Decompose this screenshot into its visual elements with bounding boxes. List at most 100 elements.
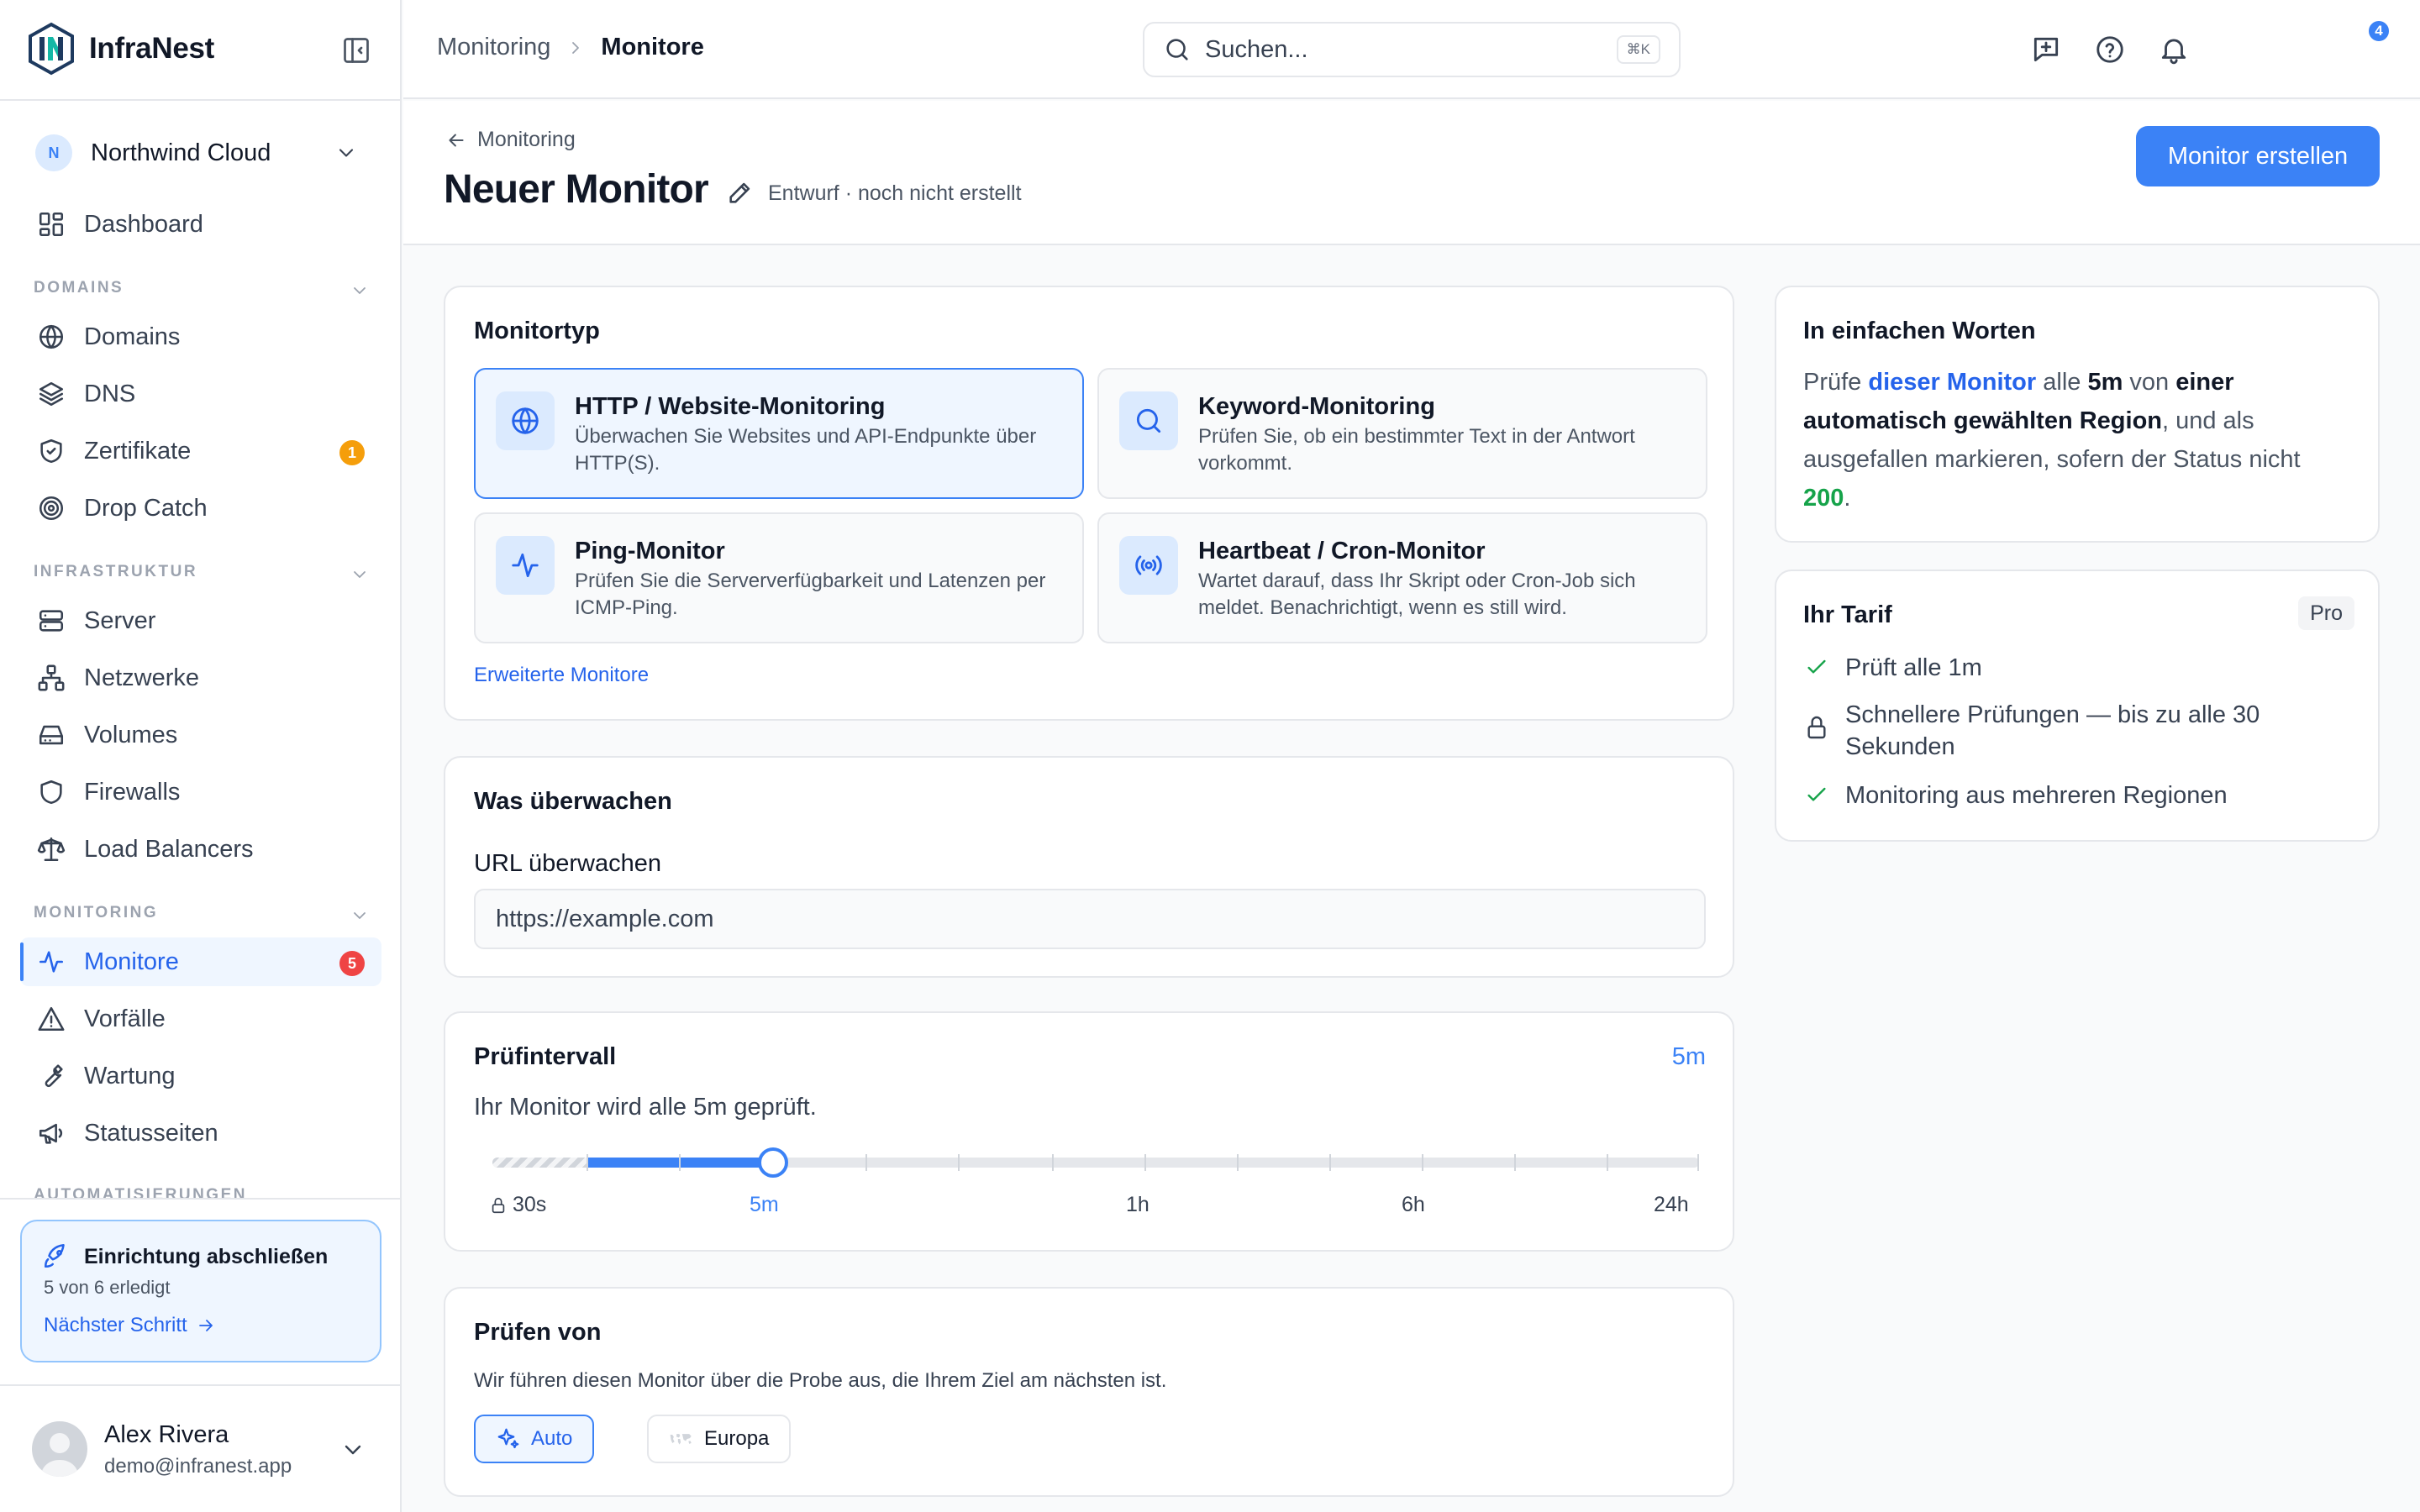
collapse-sidebar-icon[interactable] bbox=[341, 35, 371, 66]
search-input[interactable] bbox=[1205, 35, 1591, 64]
topbar: Monitoring Monitore ⌘K 4 bbox=[403, 0, 2420, 99]
slider-tick bbox=[1329, 1154, 1331, 1171]
org-switcher[interactable]: N Northwind Cloud bbox=[20, 126, 381, 180]
globe-icon bbox=[512, 407, 539, 434]
wrench-icon bbox=[45, 1064, 63, 1088]
tick-label-6h: 6h bbox=[1402, 1193, 1425, 1216]
slider-tick bbox=[679, 1154, 681, 1171]
slider-tick bbox=[1607, 1154, 1608, 1171]
broadcast-icon bbox=[1135, 555, 1162, 575]
section-header-infrastructure[interactable]: INFRASTRUKTUR bbox=[34, 563, 370, 581]
sidebar-item-certificates[interactable]: Zertifikate 1 bbox=[20, 427, 381, 475]
sparkles-icon bbox=[497, 1428, 519, 1449]
user-menu[interactable]: Alex Rivera demo@infranest.app bbox=[0, 1384, 402, 1512]
tick-label-5m: 5m bbox=[750, 1193, 779, 1216]
bell-icon[interactable] bbox=[2158, 34, 2190, 66]
breadcrumb-link-monitoring[interactable]: Monitoring bbox=[437, 34, 550, 61]
slider-tick bbox=[865, 1154, 867, 1171]
feedback-icon[interactable] bbox=[2030, 34, 2062, 66]
advanced-monitors-link[interactable]: Erweiterte Monitore bbox=[474, 664, 649, 687]
sidebar-item-domains[interactable]: Domains bbox=[20, 312, 381, 361]
option-desc: Prüfen Sie, ob ein bestimmter Text in de… bbox=[1198, 425, 1635, 475]
monitor-type-keyword[interactable]: Keyword-Monitoring Prüfen Sie, ob ein be… bbox=[1097, 368, 1707, 499]
layers-icon bbox=[39, 381, 64, 407]
notification-badge: 4 bbox=[2366, 18, 2391, 44]
section-header-domains[interactable]: DOMAINS bbox=[34, 279, 370, 297]
count-badge: 5 bbox=[339, 951, 365, 976]
plan-card: Ihr Tarif Pro Prüft alle 1m Schnellere P… bbox=[1775, 570, 2380, 842]
monitor-type-card: Monitortyp HTTP / Website-Monitoring Übe… bbox=[444, 286, 1734, 721]
world-map-icon bbox=[670, 1434, 692, 1445]
sidebar-item-label: Netzwerke bbox=[84, 664, 199, 691]
pulse-icon bbox=[39, 951, 64, 973]
slider-tick bbox=[1422, 1154, 1423, 1171]
region-europe-button[interactable]: Europa bbox=[647, 1415, 792, 1463]
sidebar-item-dashboard[interactable]: Dashboard bbox=[20, 200, 381, 249]
plain-summary: Prüfe dieser Monitor alle 5m von einer a… bbox=[1803, 369, 2301, 512]
shield-check-icon bbox=[40, 438, 62, 464]
sidebar-item-networks[interactable]: Netzwerke bbox=[20, 654, 381, 702]
brand[interactable]: InfraNest bbox=[27, 22, 214, 76]
help-icon[interactable] bbox=[2094, 34, 2126, 66]
plan-badge: Pro bbox=[2298, 596, 2354, 630]
check-from-card: Prüfen von Wir führen diesen Monitor übe… bbox=[444, 1287, 1734, 1497]
card-title: Was überwachen bbox=[474, 788, 672, 815]
sidebar-item-dns[interactable]: DNS bbox=[20, 370, 381, 418]
card-title: Prüfen von bbox=[474, 1319, 602, 1346]
sidebar-item-incidents[interactable]: Vorfälle bbox=[20, 995, 381, 1043]
breadcrumb-current: Monitore bbox=[601, 34, 704, 60]
sidebar-item-drop-catch[interactable]: Drop Catch bbox=[20, 484, 381, 533]
sidebar-item-load-balancers[interactable]: Load Balancers bbox=[20, 825, 381, 874]
option-title: HTTP / Website-Monitoring bbox=[575, 393, 886, 420]
server-icon bbox=[39, 610, 64, 632]
back-link[interactable]: Monitoring bbox=[445, 128, 576, 152]
sidebar-item-status-pages[interactable]: Statusseiten bbox=[20, 1109, 381, 1158]
sidebar-item-firewalls[interactable]: Firewalls bbox=[20, 768, 381, 816]
sidebar-item-maintenance[interactable]: Wartung bbox=[20, 1052, 381, 1100]
count-badge: 1 bbox=[339, 440, 365, 465]
slider-tick bbox=[1697, 1154, 1699, 1171]
sidebar-item-label: Dashboard bbox=[84, 210, 203, 238]
plain-words-card: In einfachen Worten Prüfe dieser Monitor… bbox=[1775, 286, 2380, 543]
chevron-down-icon bbox=[339, 1436, 366, 1463]
card-title: In einfachen Worten bbox=[1803, 318, 2036, 344]
what-to-monitor-card: Was überwachen URL überwachen bbox=[444, 756, 1734, 978]
rocket-icon bbox=[42, 1242, 71, 1270]
interval-value: 5m bbox=[1671, 1043, 1706, 1070]
tick-label-1h: 1h bbox=[1126, 1193, 1150, 1216]
search-box[interactable]: ⌘K bbox=[1143, 22, 1681, 77]
slider-thumb[interactable] bbox=[758, 1147, 788, 1178]
region-auto-button[interactable]: Auto bbox=[474, 1415, 595, 1463]
setup-title: Einrichtung abschließen bbox=[84, 1245, 329, 1268]
setup-card: Einrichtung abschließen 5 von 6 erledigt… bbox=[20, 1220, 381, 1362]
sidebar-item-volumes[interactable]: Volumes bbox=[20, 711, 381, 759]
check-from-description: Wir führen diesen Monitor über die Probe… bbox=[474, 1369, 1167, 1392]
network-icon bbox=[38, 664, 65, 691]
sidebar-item-label: Load Balancers bbox=[84, 835, 254, 863]
section-header-monitoring[interactable]: MONITORING bbox=[34, 904, 370, 922]
url-input[interactable] bbox=[474, 889, 1706, 949]
breadcrumb: Monitoring Monitore bbox=[437, 34, 704, 61]
page-title: Neuer Monitor bbox=[444, 167, 709, 212]
monitor-type-ping[interactable]: Ping-Monitor Prüfen Sie die Serververfüg… bbox=[474, 512, 1084, 643]
card-title: Ihr Tarif bbox=[1803, 601, 1892, 628]
divider bbox=[0, 1198, 402, 1200]
pencil-icon[interactable] bbox=[726, 178, 755, 207]
sidebar-item-server[interactable]: Server bbox=[20, 596, 381, 645]
sidebar-item-monitors[interactable]: Monitore 5 bbox=[20, 937, 381, 986]
interval-card: Prüfintervall 5m Ihr Monitor wird alle 5… bbox=[444, 1011, 1734, 1252]
search-icon bbox=[1136, 408, 1161, 433]
monitor-type-heartbeat[interactable]: Heartbeat / Cron-Monitor Wartet darauf, … bbox=[1097, 512, 1707, 643]
next-step-link[interactable]: Nächster Schritt bbox=[44, 1314, 216, 1337]
check-icon bbox=[1807, 787, 1826, 801]
arrow-left-icon bbox=[449, 134, 464, 146]
card-title: Prüfintervall bbox=[474, 1043, 617, 1070]
sidebar-item-label: Server bbox=[84, 606, 156, 634]
create-monitor-button[interactable]: Monitor erstellen bbox=[2136, 126, 2380, 186]
this-monitor-link[interactable]: dieser Monitor bbox=[1868, 369, 2036, 396]
monitor-type-http[interactable]: HTTP / Website-Monitoring Überwachen Sie… bbox=[474, 368, 1084, 499]
search-icon bbox=[1166, 39, 1188, 60]
slider-tick bbox=[958, 1154, 960, 1171]
org-avatar: N bbox=[35, 134, 72, 171]
plan-feature: Monitoring aus mehreren Regionen bbox=[1803, 780, 2341, 811]
